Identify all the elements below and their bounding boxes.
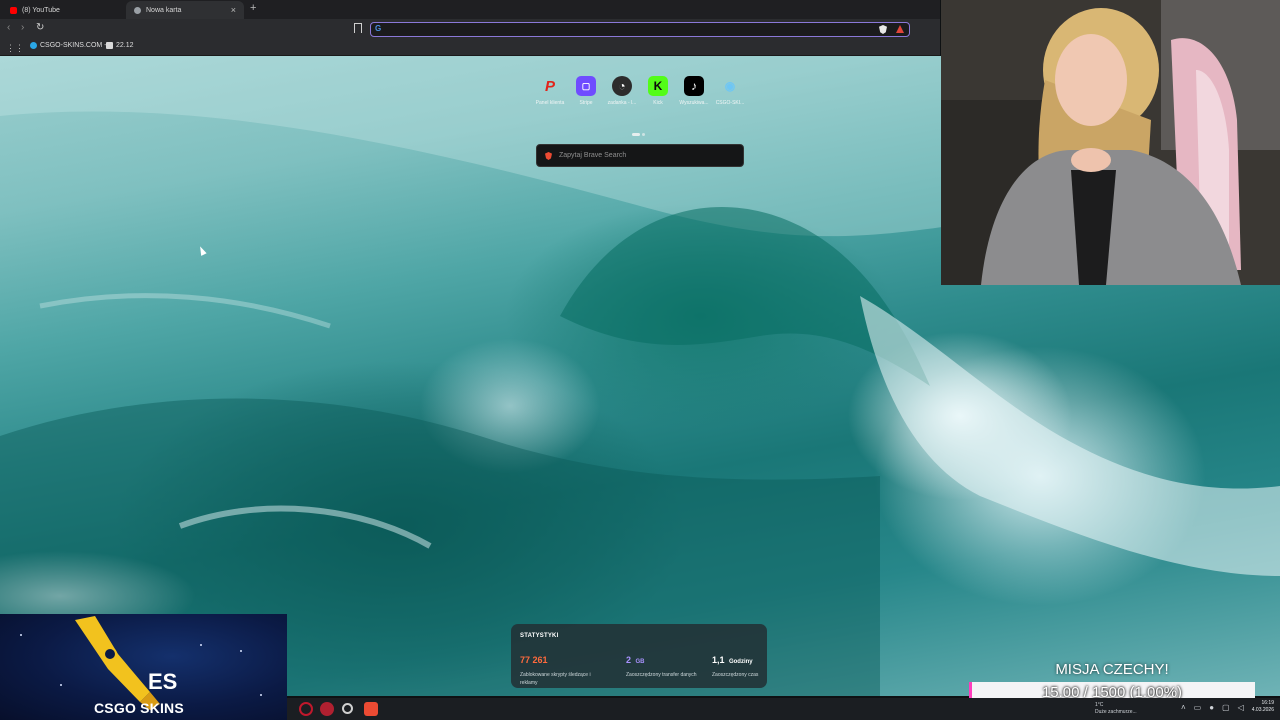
windows-taskbar: 1°C Duże zachmurze... ˄ ▭ ● ▢ ◁ 16:19 4.…: [287, 698, 1280, 720]
webcam-overlay: [941, 0, 1280, 285]
system-tray: ˄ ▭ ● ▢ ◁ 16:19 4.03.2026: [1173, 700, 1274, 714]
page-icon: [106, 42, 113, 49]
bookmarks-bar: ⋮⋮ CSGO-SKINS.COM -... 22.12: [0, 39, 940, 56]
openai-icon: ◔: [612, 76, 632, 96]
brave-rewards-icon[interactable]: [896, 25, 904, 33]
opera-gx-icon[interactable]: [299, 702, 313, 716]
stat-time-saved: 1,1 Godziny Zaoszczędzony czas: [712, 650, 792, 679]
clock-time: 16:19: [1261, 700, 1274, 706]
tab-new-tab[interactable]: Nowa karta ×: [126, 1, 244, 19]
shortcut-label: CSGO-SKI...: [715, 100, 745, 106]
tab-label: (8) YouTube: [22, 6, 60, 14]
stat-description: Zaoszczędzony transfer danych: [626, 672, 697, 678]
brave-lion-icon: [545, 152, 552, 160]
stat-value: 2: [626, 655, 632, 665]
clock-date: 4.03.2026: [1251, 707, 1274, 713]
bookmark-csgo-skins[interactable]: CSGO-SKINS.COM -...: [30, 42, 112, 49]
microphone-icon[interactable]: ●: [1209, 703, 1214, 712]
speaker-icon[interactable]: ◁: [1238, 703, 1244, 712]
google-icon: G: [375, 24, 382, 33]
stat-value: 1,1: [712, 655, 725, 665]
chevron-up-icon[interactable]: ˄: [1181, 703, 1186, 712]
bookmark-label: CSGO-SKINS.COM -...: [40, 42, 113, 49]
stat-unit: Godziny: [728, 659, 753, 665]
shortcut-label: zadanka - l...: [607, 100, 637, 106]
streamer-camera-image: [941, 0, 1280, 285]
kick-icon: K: [648, 76, 668, 96]
tab-strip: (8) YouTube Nowa karta × +: [0, 0, 940, 19]
apps-grid-icon[interactable]: ⋮⋮: [6, 43, 24, 54]
obs-icon[interactable]: [342, 703, 353, 714]
shortcut-zadanka[interactable]: ◔ zadanka - l...: [604, 76, 640, 106]
paypal-icon: P: [544, 77, 555, 95]
svg-text:ES: ES: [148, 669, 177, 694]
stats-title: STATYSTYKI: [520, 633, 559, 639]
shortcut-label: Wyszukiwa...: [679, 100, 709, 106]
brave-icon[interactable]: [364, 702, 378, 716]
weather-text: Duże zachmurze...: [1095, 709, 1137, 715]
brave-search-input[interactable]: Zapytaj Brave Search: [536, 144, 744, 167]
youtube-icon: [10, 6, 17, 14]
monitor-icon[interactable]: ▢: [1222, 703, 1230, 712]
mission-title: MISJA CZECHY!: [1055, 661, 1169, 678]
stat-description: Zaoszczędzony czas: [712, 672, 759, 678]
weather-temp: 1°C: [1095, 702, 1104, 708]
bookmark-22-12[interactable]: 22.12: [106, 42, 134, 49]
stats-widget: STATYSTYKI 77 261 Zablokowane skrypty śl…: [511, 624, 767, 688]
clock[interactable]: 16:19 4.03.2026: [1252, 700, 1274, 714]
shortcut-kick[interactable]: K Kick: [640, 76, 676, 106]
stripe-icon: ▢: [576, 76, 596, 96]
csgo-skins-logo-text: CSGO SKINS: [94, 700, 184, 716]
weather-widget[interactable]: 1°C Duże zachmurze...: [1095, 702, 1137, 716]
stat-value: 77 261: [520, 655, 548, 665]
shortcut-label: Kick: [653, 100, 663, 106]
new-tab-button[interactable]: +: [250, 2, 256, 14]
csgo-skins-icon: ◉: [724, 79, 736, 93]
shortcut-label: Panel klienta: [535, 100, 565, 106]
brave-shields-icon[interactable]: [879, 25, 887, 34]
close-tab-icon[interactable]: ×: [231, 5, 236, 15]
bookmark-label: 22.12: [116, 42, 134, 49]
shortcut-label: Stripe: [579, 100, 593, 106]
brave-icon: [134, 6, 141, 14]
shortcut-csgo-skins[interactable]: ◉ CSGO-SKI...: [712, 76, 748, 106]
screen: (8) YouTube Nowa karta × + ‹ › ↻ G ⋮⋮ CS…: [0, 0, 1280, 720]
shortcut-panel-klienta[interactable]: P Panel klienta: [532, 76, 568, 107]
shortcut-stripe[interactable]: ▢ Stripe: [568, 76, 604, 106]
tiktok-icon: ♪: [684, 76, 704, 96]
stat-description: Zablokowane skrypty śledzące i reklamy: [520, 672, 591, 686]
reload-button[interactable]: ↻: [36, 22, 44, 33]
stat-trackers-blocked: 77 261 Zablokowane skrypty śledzące i re…: [520, 650, 600, 687]
top-sites-pager[interactable]: [632, 123, 647, 141]
bookmark-icon[interactable]: [354, 23, 362, 33]
page-dot[interactable]: [642, 133, 645, 136]
back-button[interactable]: ‹: [7, 22, 10, 33]
search-placeholder: Zapytaj Brave Search: [559, 152, 627, 159]
app-icon[interactable]: [320, 702, 334, 716]
page-dot-active[interactable]: [632, 133, 640, 136]
tab-youtube[interactable]: (8) YouTube: [2, 1, 122, 19]
top-sites: P Panel klienta ▢ Stripe ◔ zadanka - l..…: [530, 76, 750, 116]
tab-label: Nowa karta: [146, 6, 182, 14]
csgo-skins-icon: [30, 42, 37, 49]
shortcut-tiktok[interactable]: ♪ Wyszukiwa...: [676, 76, 712, 106]
address-bar[interactable]: G: [370, 22, 910, 37]
forward-button[interactable]: ›: [21, 22, 24, 33]
network-icon[interactable]: ▭: [1194, 703, 1202, 712]
stat-bandwidth-saved: 2 GB Zaoszczędzony transfer danych: [626, 650, 706, 679]
stat-unit: GB: [635, 659, 645, 665]
